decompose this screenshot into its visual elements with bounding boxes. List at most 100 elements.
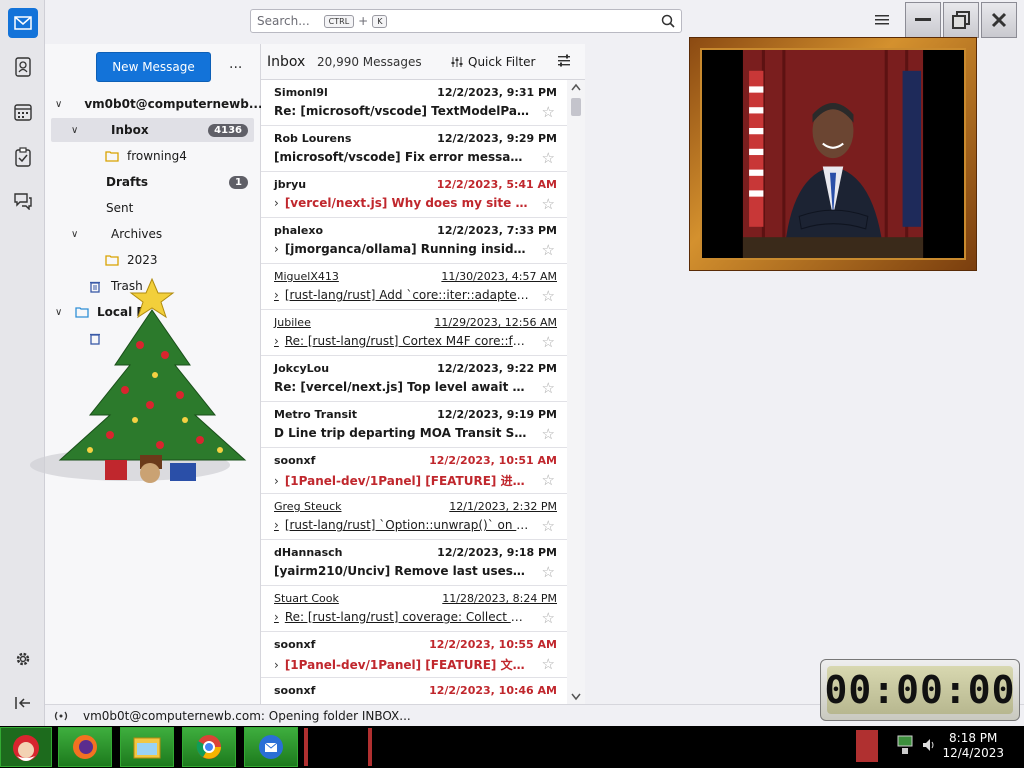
taskbar: 8:18 PM 12/4/2023 — [0, 726, 1024, 768]
folder-frowning4[interactable]: frowning4 — [51, 144, 254, 168]
folder-drafts[interactable]: Drafts 1 — [51, 170, 254, 194]
message-sender: phalexo — [274, 224, 324, 237]
message-sender: Rob Lourens — [274, 132, 352, 145]
message-row[interactable]: Stuart Cook 11/28/2023, 8:24 PM › Re: [rust… — [261, 586, 567, 632]
star-icon[interactable]: ☆ — [542, 517, 555, 535]
star-icon[interactable]: ☆ — [542, 563, 555, 581]
thread-chevron-icon[interactable]: › — [274, 196, 279, 210]
message-row[interactable]: soonxf 12/2/2023, 10:55 AM › [1Panel-dev/1P… — [261, 632, 567, 678]
tasks-button[interactable] — [8, 142, 38, 172]
message-row[interactable]: Rob Lourens 12/2/2023, 9:29 PM [microsoft/… — [261, 126, 567, 172]
star-icon[interactable]: ☆ — [542, 149, 555, 167]
folder-archives[interactable]: ∨ Archives — [51, 222, 254, 246]
message-row[interactable]: Simonl9l 12/2/2023, 9:31 PM Re: [microsoft… — [261, 80, 567, 126]
star-icon[interactable]: ☆ — [542, 103, 555, 121]
message-row[interactable]: dHannasch 12/2/2023, 9:18 PM [yairm210/Unc… — [261, 540, 567, 586]
digital-clock-gadget[interactable]: 00:00:00 — [820, 659, 1020, 721]
more-options-button[interactable]: ... — [229, 56, 242, 72]
star-icon[interactable]: ☆ — [542, 471, 555, 489]
taskbar-window-slot[interactable] — [304, 728, 372, 766]
taskbar-firefox[interactable] — [58, 727, 112, 767]
message-row[interactable]: Metro Transit 12/2/2023, 9:19 PM D Line tr… — [261, 402, 567, 448]
thread-chevron-icon[interactable]: › — [274, 610, 279, 624]
close-button[interactable] — [981, 2, 1017, 38]
volume-icon[interactable] — [922, 738, 936, 755]
message-row[interactable]: Jubilee 11/29/2023, 12:56 AM › Re: [rust-la… — [261, 310, 567, 356]
tray-clock[interactable]: 8:18 PM 12/4/2023 — [942, 731, 1004, 761]
account-row[interactable]: ∨ vm0b0t@computernewb... — [51, 92, 263, 116]
calendar-button[interactable] — [8, 97, 38, 127]
taskbar-thunderbird[interactable] — [244, 727, 298, 767]
settings-button[interactable] — [8, 644, 38, 674]
thread-chevron-icon[interactable]: › — [274, 288, 279, 302]
chevron-down-icon: ∨ — [71, 124, 79, 136]
star-icon[interactable]: ☆ — [542, 287, 555, 305]
star-icon[interactable]: ☆ — [542, 195, 555, 213]
folder-sent[interactable]: Sent — [51, 196, 254, 220]
folder-label: Archives — [111, 227, 163, 241]
star-icon[interactable]: ☆ — [542, 609, 555, 627]
thread-chevron-icon[interactable]: › — [274, 334, 279, 348]
message-subject-line: › [jmorganca/ollama] Running inside a... — [274, 242, 529, 256]
message-list-scrollbar[interactable] — [567, 80, 585, 704]
message-subject-line: › [1Panel-dev/1Panel] [FEATURE] 文件管理... — [274, 656, 529, 673]
folder-label: frowning4 — [127, 149, 187, 163]
message-row[interactable]: MiguelX413 11/30/2023, 4:57 AM › [rust-lang… — [261, 264, 567, 310]
minimize-button[interactable] — [905, 2, 941, 38]
message-row[interactable]: jbryu 12/2/2023, 5:41 AM › [vercel/next.js]… — [261, 172, 567, 218]
star-icon[interactable]: ☆ — [542, 241, 555, 259]
quick-filter-button[interactable]: Quick Filter — [451, 55, 535, 69]
search-icon[interactable] — [661, 14, 675, 31]
app-menu-button[interactable] — [875, 14, 889, 29]
message-subject-line: Re: [microsoft/vscode] TextModelPart i..… — [274, 104, 529, 118]
message-subject: [yairm210/Unciv] Remove last uses of r..… — [274, 564, 529, 578]
scroll-up-icon[interactable] — [571, 83, 581, 91]
folder-icon — [133, 737, 161, 759]
unread-count-badge: 4136 — [208, 123, 248, 137]
display-options-button[interactable] — [557, 54, 571, 71]
taskbar-chrome[interactable] — [182, 727, 236, 767]
star-icon[interactable]: ☆ — [542, 425, 555, 443]
folder-inbox[interactable]: ∨ Inbox 4136 — [51, 118, 254, 142]
message-row[interactable]: phalexo 12/2/2023, 7:33 PM › [jmorganca/oll… — [261, 218, 567, 264]
scrollbar-thumb[interactable] — [571, 98, 581, 116]
address-book-button[interactable] — [8, 52, 38, 82]
message-row[interactable]: JokcyLou 12/2/2023, 9:22 PM Re: [vercel/ne… — [261, 356, 567, 402]
tray-show-desktop[interactable] — [856, 730, 878, 762]
message-rows: Simonl9l 12/2/2023, 9:31 PM Re: [microsoft… — [261, 80, 567, 704]
mail-space-button[interactable] — [8, 8, 38, 38]
message-row[interactable]: soonxf12/2/2023, 10:46 AM›☆ — [261, 678, 567, 704]
thread-chevron-icon[interactable]: › — [274, 658, 279, 672]
thread-chevron-icon[interactable]: › — [274, 242, 279, 256]
thread-chevron-icon[interactable]: › — [274, 518, 279, 532]
taskbar-file-explorer[interactable] — [120, 727, 174, 767]
message-sender: Metro Transit — [274, 408, 358, 421]
star-icon[interactable]: ☆ — [542, 379, 555, 397]
gear-icon — [16, 652, 30, 666]
star-icon[interactable]: ☆ — [542, 655, 555, 673]
firefox-icon — [73, 735, 97, 759]
chat-button[interactable] — [8, 186, 38, 216]
christmas-tree-gadget[interactable] — [30, 255, 255, 495]
calendar-icon — [14, 104, 32, 121]
shortcut-key: K — [372, 14, 388, 28]
portrait-photo — [700, 48, 966, 260]
message-date: 12/1/2023, 2:32 PM — [449, 500, 557, 513]
message-list-header: Inbox 20,990 Messages Quick Filter — [261, 44, 585, 80]
new-message-button[interactable]: New Message — [96, 52, 211, 82]
photo-frame-gadget[interactable] — [689, 37, 977, 271]
message-row[interactable]: soonxf 12/2/2023, 10:51 AM › [1Panel-dev/1P… — [261, 448, 567, 494]
message-subject-line: › [rust-lang/rust] `Option::unwrap()` on … — [274, 518, 529, 532]
scroll-down-icon[interactable] — [571, 693, 581, 701]
network-icon[interactable] — [896, 734, 914, 759]
message-date: 12/2/2023, 7:33 PM — [437, 224, 557, 237]
restore-button[interactable] — [943, 2, 979, 38]
start-button[interactable] — [0, 727, 52, 767]
message-row[interactable]: Greg Steuck 12/1/2023, 2:32 PM › [rust-lang… — [261, 494, 567, 540]
star-icon[interactable]: ☆ — [542, 333, 555, 351]
folder-title: Inbox — [267, 54, 306, 70]
thread-chevron-icon[interactable]: › — [274, 474, 279, 488]
collapse-spaces-button[interactable] — [8, 688, 38, 718]
online-status-icon[interactable] — [53, 710, 69, 722]
search-input[interactable]: Search... CTRL + K — [250, 9, 682, 33]
